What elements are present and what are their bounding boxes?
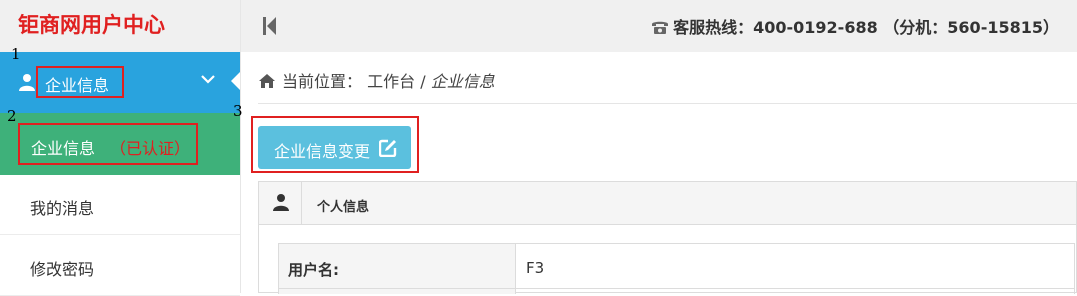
sidebar-item-label: 我的消息	[30, 199, 95, 218]
annotation-marker-2: 2	[7, 107, 17, 125]
active-notch	[231, 72, 240, 90]
phone-icon	[652, 21, 669, 34]
sidebar-section-label: 企业信息	[45, 76, 110, 95]
user-icon	[19, 74, 35, 91]
panel-icon-cell	[259, 182, 302, 224]
breadcrumb-root[interactable]: 工作台	[367, 72, 415, 91]
sidebar-item-change-password[interactable]: 修改密码	[0, 236, 240, 296]
panel-title: 个人信息	[317, 200, 370, 215]
sidebar-item-messages[interactable]: 我的消息	[0, 175, 240, 235]
sidebar-item-label: 修改密码	[30, 260, 95, 279]
sidebar-item-company-info[interactable]: 企业信息 （已认证）	[0, 113, 240, 175]
breadcrumb: 当前位置： 工作台 / 企业信息	[258, 68, 495, 92]
username-value: F3	[526, 259, 545, 277]
panel-header: 个人信息	[259, 182, 1076, 225]
change-company-info-button[interactable]: 企业信息变更	[258, 126, 411, 169]
annotation-marker-3: 3	[233, 102, 243, 120]
hotline: 客服热线：400-0192-688 （分机：560-15815）	[651, 14, 1059, 38]
chevron-down-icon[interactable]	[201, 74, 215, 84]
table-label-cell: 用户名:	[279, 244, 516, 294]
table-value-cell: F3	[516, 244, 1074, 294]
brand-header: 钜商网用户中心	[0, 0, 240, 52]
sidebar-section-company-info[interactable]: 企业信息	[0, 52, 240, 113]
username-label: 用户名:	[288, 261, 339, 279]
personal-info-panel: 个人信息 用户名: F3	[258, 181, 1077, 294]
row-divider	[279, 288, 1074, 289]
divider	[258, 103, 1077, 104]
sidebar-item-label: 企业信息	[31, 139, 96, 158]
brand-title: 钜商网用户中心	[18, 13, 165, 37]
breadcrumb-prefix: 当前位置：	[282, 72, 363, 91]
top-bar: 客服热线：400-0192-688 （分机：560-15815）	[241, 0, 1077, 52]
home-icon	[259, 74, 275, 88]
annotation-marker-1: 1	[11, 45, 21, 63]
verified-badge: （已认证）	[110, 139, 191, 158]
info-table: 用户名: F3	[278, 243, 1075, 294]
sidebar: 钜商网用户中心 企业信息 企业信息 （已认证） 我的消息 修改密码	[0, 0, 241, 296]
breadcrumb-separator: /	[415, 72, 431, 91]
user-icon	[273, 194, 289, 211]
breadcrumb-current: 企业信息	[430, 72, 495, 91]
change-button-label: 企业信息变更	[274, 142, 371, 161]
collapse-left-icon[interactable]	[262, 16, 278, 36]
edit-icon	[379, 139, 397, 157]
hotline-text: 客服热线：400-0192-688 （分机：560-15815）	[673, 18, 1059, 37]
